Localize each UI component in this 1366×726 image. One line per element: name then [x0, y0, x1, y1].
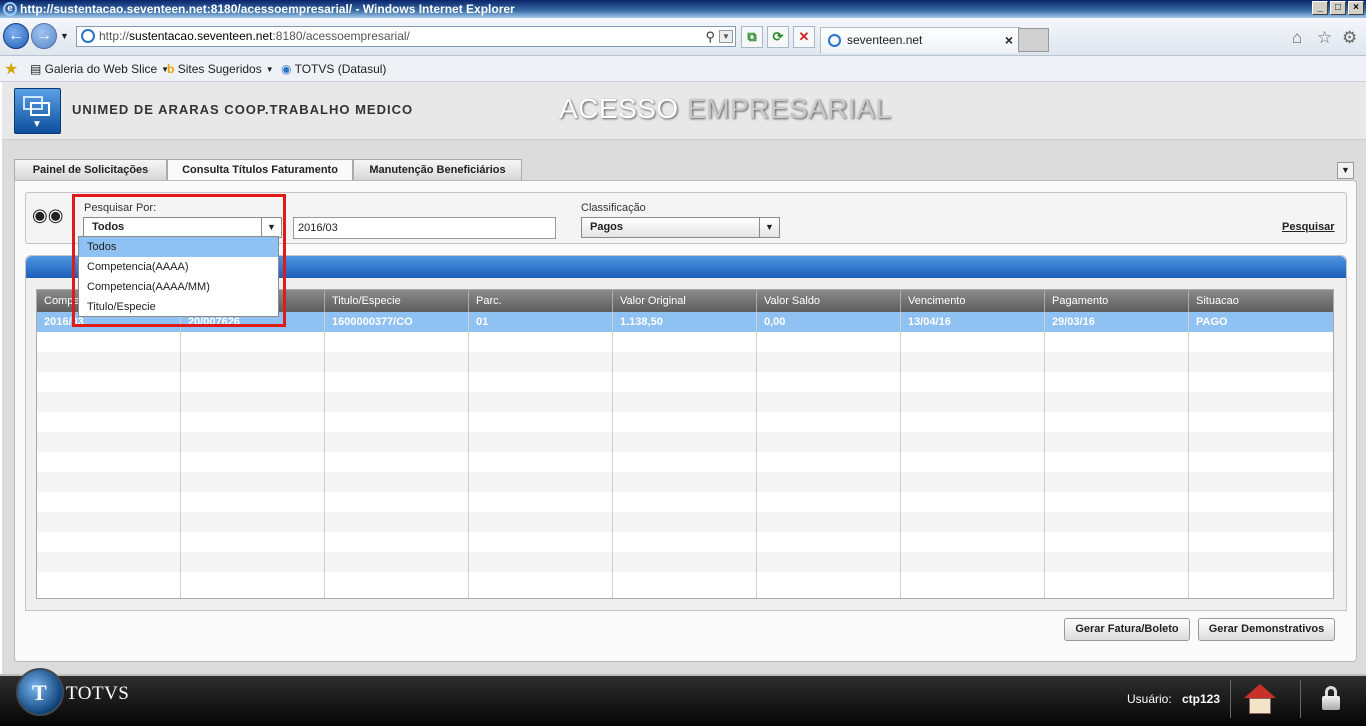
results-table[interactable]: Compet Titulo/Especie Parc. Valor Origin…	[36, 289, 1334, 599]
compatibility-icon[interactable]: ⧉	[741, 26, 763, 48]
window-title-bar: e http://sustentacao.seventeen.net:8180/…	[0, 0, 1366, 18]
new-tab-button[interactable]	[1018, 28, 1049, 52]
tab-manutencao-beneficiarios[interactable]: Manutenção Beneficiários	[353, 159, 522, 181]
app-footer: T TOTVS Usuário: ctp123	[0, 668, 1366, 726]
close-button[interactable]: ×	[1348, 1, 1364, 15]
page-content: ▼ UNIMED DE ARARAS COOP.TRABALHO MEDICO …	[0, 82, 1366, 726]
empty-row	[37, 432, 1333, 452]
ie-icon: e	[3, 2, 17, 16]
empty-row	[37, 352, 1333, 372]
address-bar[interactable]: http://sustentacao.seventeen.net:8180/ac…	[76, 26, 736, 47]
divider	[1230, 680, 1231, 718]
history-dropdown-icon[interactable]: ▼	[60, 31, 69, 41]
empty-row	[37, 392, 1333, 412]
gerar-fatura-button[interactable]: Gerar Fatura/Boleto	[1064, 618, 1190, 641]
home-icon[interactable]: ⌂	[1292, 28, 1302, 48]
fav-totvs[interactable]: ◉ TOTVS (Datasul)	[281, 62, 386, 76]
tab-page-icon	[828, 34, 841, 47]
gerar-demonstrativos-button[interactable]: Gerar Demonstrativos	[1198, 618, 1335, 641]
tab-menu-button[interactable]: ▼	[1337, 162, 1354, 179]
col-pagamento[interactable]: Pagamento	[1045, 290, 1189, 312]
col-parcela[interactable]: Parc.	[469, 290, 613, 312]
app-header: ▼ UNIMED DE ARARAS COOP.TRABALHO MEDICO …	[2, 82, 1366, 140]
browser-navbar: ← → ▼ http://sustentacao.seventeen.net:8…	[0, 18, 1366, 56]
fav-web-slice[interactable]: ▤ Galeria do Web Slice ▼	[30, 62, 169, 76]
totvs-brand: TOTVS	[66, 683, 130, 704]
stop-icon[interactable]: ✕	[793, 26, 815, 48]
tab-painel-solicitacoes[interactable]: Painel de Solicitações	[14, 159, 167, 181]
app-logo-icon[interactable]: ▼	[14, 88, 61, 134]
favorites-bar: ★ ▤ Galeria do Web Slice ▼ b Sites Sugeri…	[0, 56, 1366, 82]
forward-button[interactable]: →	[31, 23, 57, 49]
highlight-box	[72, 194, 286, 327]
maximize-button[interactable]: □	[1330, 1, 1346, 15]
tab-close-icon[interactable]: ×	[1005, 28, 1013, 53]
fav-sites-sugeridos[interactable]: b Sites Sugeridos ▼	[167, 62, 274, 76]
empty-row	[37, 552, 1333, 572]
app-title: ACESSO EMPRESARIAL	[559, 93, 892, 124]
user-value: ctp123	[1182, 692, 1221, 706]
empty-row	[37, 472, 1333, 492]
gear-icon[interactable]: ⚙	[1342, 28, 1357, 48]
window-title: http://sustentacao.seventeen.net:8180/ac…	[20, 2, 515, 16]
binoculars-icon: ◉◉	[32, 205, 64, 225]
lock-icon[interactable]	[1322, 686, 1340, 714]
col-vencimento[interactable]: Vencimento	[901, 290, 1045, 312]
favorites-star-icon[interactable]: ☆	[1317, 28, 1332, 48]
browser-tab[interactable]: seventeen.net ×	[820, 27, 1020, 53]
empty-row	[37, 512, 1333, 532]
search-icon[interactable]: ⚲	[705, 27, 715, 46]
chevron-down-icon[interactable]: ▼	[759, 218, 779, 237]
back-button[interactable]: ←	[3, 23, 29, 49]
favorites-icon[interactable]: ★	[4, 59, 18, 79]
divider	[1300, 680, 1301, 718]
refresh-icon[interactable]: ⟳	[767, 26, 789, 48]
pesquisar-link[interactable]: Pesquisar	[1282, 221, 1335, 233]
classificacao-select[interactable]: Pagos ▼	[581, 217, 780, 238]
address-dropdown-icon[interactable]: ▼	[719, 30, 733, 43]
col-valor-original[interactable]: Valor Original	[613, 290, 757, 312]
minimize-button[interactable]: _	[1312, 1, 1328, 15]
user-label: Usuário:	[1127, 692, 1172, 706]
page-icon	[81, 29, 95, 43]
window-controls: _ □ ×	[1312, 1, 1364, 15]
competencia-input[interactable]: 2016/03	[293, 217, 556, 239]
col-titulo-especie[interactable]: Titulo/Especie	[325, 290, 469, 312]
col-valor-saldo[interactable]: Valor Saldo	[757, 290, 901, 312]
classificacao-label: Classificação	[581, 202, 646, 214]
home-icon[interactable]	[1242, 684, 1278, 716]
company-name: UNIMED DE ARARAS COOP.TRABALHO MEDICO	[72, 102, 414, 117]
col-situacao[interactable]: Situacao	[1189, 290, 1333, 312]
totvs-logo-icon: T	[16, 668, 64, 716]
